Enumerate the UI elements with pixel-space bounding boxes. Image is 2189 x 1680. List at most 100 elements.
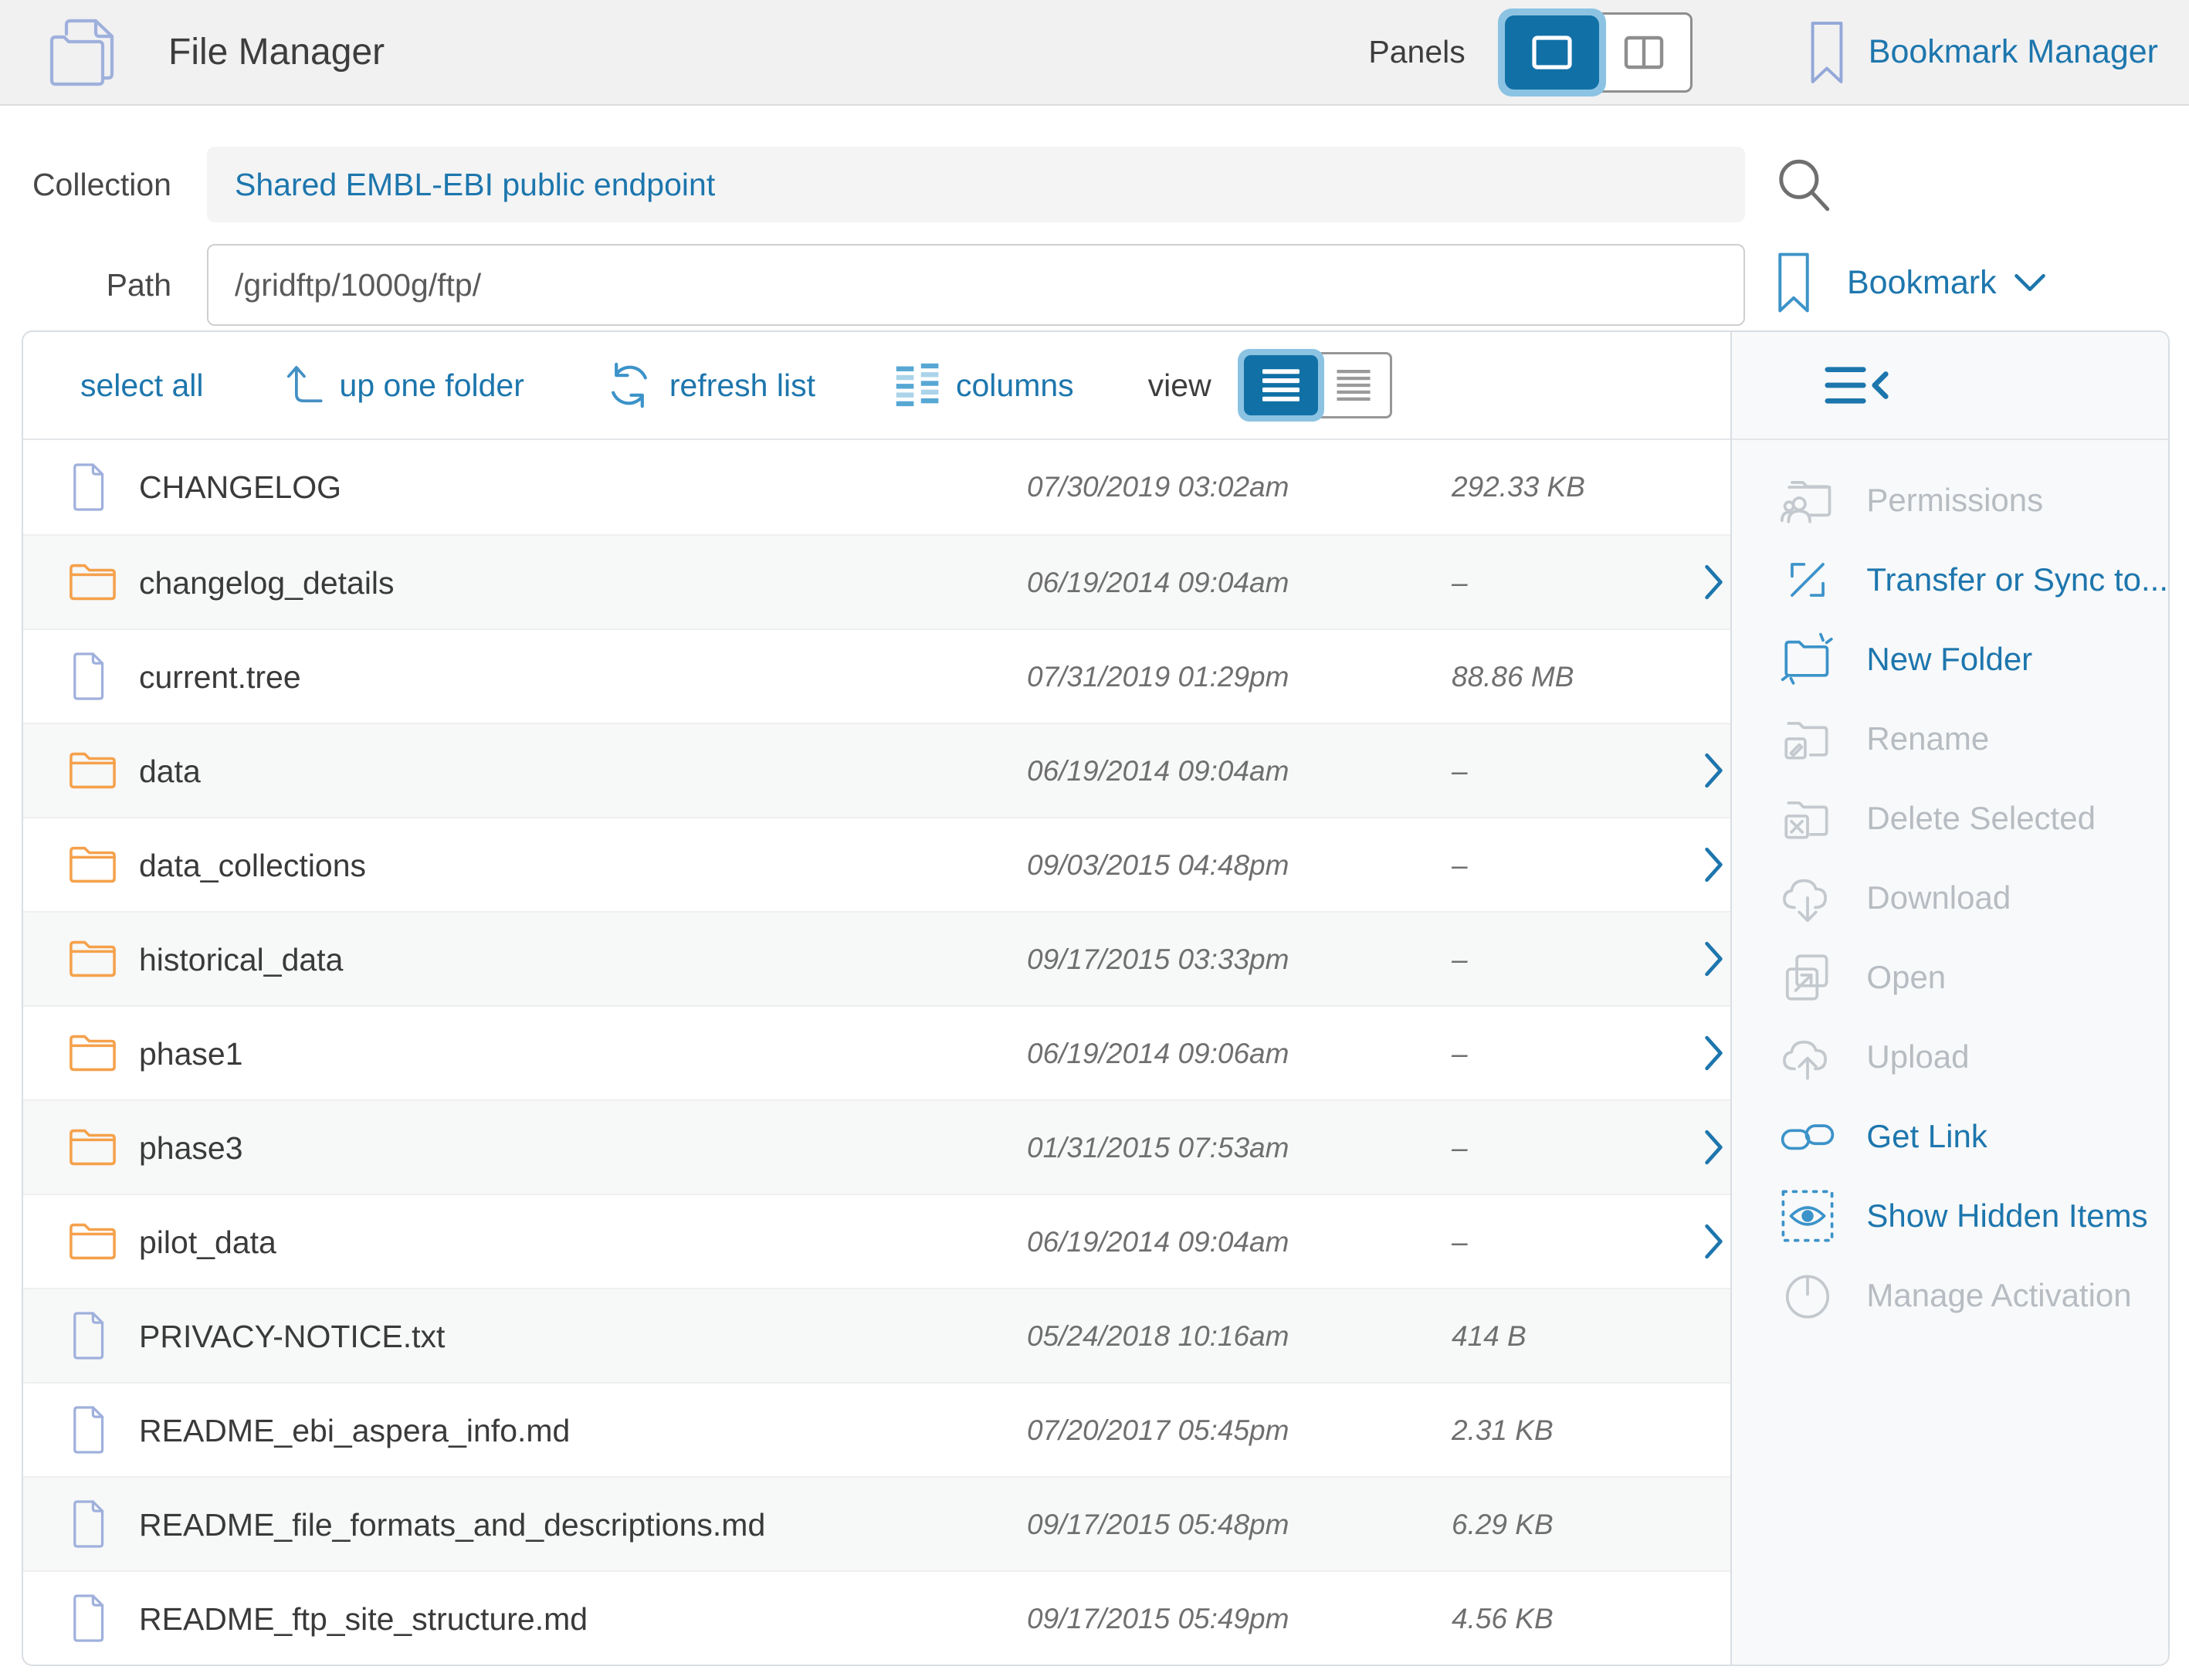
search-button[interactable] (1773, 153, 1835, 218)
file-row[interactable]: current.tree07/31/2019 01:29pm88.86 MB (23, 628, 1730, 723)
sidebar-action-label: New Folder (1866, 641, 2032, 678)
columns-label: columns (956, 368, 1074, 404)
up-arrow-icon (284, 363, 324, 408)
open-folder-chevron-icon[interactable] (1703, 752, 1725, 789)
view-list-button[interactable] (1238, 349, 1324, 422)
sidebar-action-new-folder[interactable]: New Folder (1732, 619, 2168, 699)
file-row[interactable]: phase301/31/2015 07:53am– (23, 1099, 1730, 1194)
upload-icon (1775, 1028, 1840, 1086)
open-folder-chevron-icon[interactable] (1703, 564, 1725, 601)
sidebar-action-get-link[interactable]: Get Link (1732, 1096, 2168, 1176)
sidebar-action-show-hidden-items[interactable]: Show Hidden Items (1732, 1176, 2168, 1255)
file-row[interactable]: data06/19/2014 09:04am– (23, 723, 1730, 817)
sidebar-action-label: Get Link (1866, 1118, 1987, 1155)
file-name: README_file_formats_and_descriptions.md (139, 1478, 765, 1572)
up-one-folder-label: up one folder (340, 368, 524, 404)
select-all-label: select all (80, 368, 204, 404)
collapse-sidebar-button[interactable] (1823, 364, 1893, 407)
file-row[interactable]: README_ftp_site_structure.md09/17/2015 0… (23, 1570, 1730, 1665)
bookmark-label: Bookmark (1847, 264, 1997, 302)
file-size: 4.56 KB (1452, 1572, 1554, 1666)
folder-icon (66, 936, 119, 982)
open-folder-chevron-icon[interactable] (1703, 846, 1725, 883)
folder-icon (66, 559, 119, 605)
file-manager-app: File Manager Panels Bookmark Manager Col… (0, 0, 2189, 1680)
folder-icon (66, 747, 119, 794)
file-date: 09/17/2015 05:49pm (1027, 1572, 1289, 1666)
panels-dual-button[interactable] (1595, 12, 1693, 93)
open-folder-chevron-icon[interactable] (1703, 1129, 1725, 1166)
file-row[interactable]: changelog_details06/19/2014 09:04am– (23, 534, 1730, 628)
columns-button[interactable]: columns (896, 361, 1074, 410)
panels-toggle (1498, 8, 1693, 97)
file-row[interactable]: PRIVACY-NOTICE.txt05/24/2018 10:16am414 … (23, 1288, 1730, 1382)
file-date: 05/24/2018 10:16am (1027, 1289, 1289, 1384)
file-date: 06/19/2014 09:04am (1027, 724, 1289, 818)
sidebar-actions-list: PermissionsTransfer or Sync to...New Fol… (1732, 460, 2168, 1335)
panels-label: Panels (1368, 34, 1465, 70)
file-row[interactable]: pilot_data06/19/2014 09:04am– (23, 1194, 1730, 1288)
file-name: data (139, 724, 201, 818)
file-row[interactable]: data_collections09/03/2015 04:48pm– (23, 817, 1730, 911)
list-toolbar: select all up one folder refresh list (23, 332, 1730, 440)
file-date: 09/17/2015 05:48pm (1027, 1478, 1289, 1572)
collection-field[interactable]: Shared EMBL-EBI public endpoint (207, 147, 1745, 222)
open-folder-chevron-icon[interactable] (1703, 1223, 1725, 1260)
file-icon (66, 461, 108, 513)
file-row[interactable]: historical_data09/17/2015 03:33pm– (23, 911, 1730, 1005)
bookmark-dropdown[interactable]: Bookmark (1774, 249, 2046, 317)
file-icon (66, 1498, 108, 1550)
folder-icon (66, 1030, 119, 1076)
bookmark-manager-button[interactable]: Bookmark Manager (1807, 18, 2158, 87)
file-size: – (1452, 1195, 1468, 1289)
file-size: 414 B (1452, 1289, 1527, 1384)
power-icon (1775, 1267, 1840, 1324)
file-icon (66, 1592, 108, 1644)
file-name: phase3 (139, 1101, 243, 1195)
file-row[interactable]: README_ebi_aspera_info.md07/20/2017 05:4… (23, 1382, 1730, 1476)
page-title: File Manager (168, 31, 385, 73)
sidebar-action-label: Rename (1866, 720, 1989, 757)
chevron-down-icon (2014, 272, 2046, 293)
compact-view-icon (1337, 370, 1371, 401)
select-all-button[interactable]: select all (80, 368, 204, 404)
file-row[interactable]: README_file_formats_and_descriptions.md 0… (23, 1476, 1730, 1570)
download-icon (1775, 869, 1840, 926)
sidebar-action-transfer-or-sync-to[interactable]: Transfer or Sync to... (1732, 540, 2168, 619)
file-date: 07/30/2019 03:02am (1027, 440, 1289, 534)
open-icon (1775, 949, 1840, 1006)
file-name: phase1 (139, 1007, 243, 1101)
file-size: – (1452, 536, 1468, 630)
file-date: 06/19/2014 09:04am (1027, 1195, 1289, 1289)
app-header: File Manager Panels Bookmark Manager (0, 0, 2189, 106)
file-date: 01/31/2015 07:53am (1027, 1101, 1289, 1195)
file-name: data_collections (139, 818, 366, 913)
refresh-icon (605, 361, 654, 410)
bookmark-icon (1774, 249, 1813, 317)
path-input[interactable] (207, 244, 1745, 326)
transfer-icon (1775, 551, 1840, 608)
sidebar-action-label: Manage Activation (1866, 1277, 2131, 1314)
collection-row: Collection Shared EMBL-EBI public endpoi… (0, 147, 2189, 222)
file-date: 06/19/2014 09:06am (1027, 1007, 1289, 1101)
delete-icon (1775, 790, 1840, 847)
view-compact-button[interactable] (1315, 352, 1392, 418)
sidebar-action-label: Open (1866, 959, 1946, 996)
file-size: – (1452, 1007, 1468, 1101)
open-folder-chevron-icon[interactable] (1703, 940, 1725, 977)
file-row[interactable]: phase1 06/19/2014 09:06am – (23, 1005, 1730, 1099)
up-one-folder-button[interactable]: up one folder (284, 363, 524, 408)
sidebar-action-label: Delete Selected (1866, 800, 2096, 837)
file-row[interactable]: CHANGELOG07/30/2019 03:02am292.33 KB (23, 440, 1730, 534)
dual-panel-icon (1620, 33, 1668, 72)
sidebar-action-label: Show Hidden Items (1866, 1197, 2147, 1235)
file-size: – (1452, 913, 1468, 1007)
panels-single-button[interactable] (1498, 8, 1606, 97)
open-folder-chevron-icon[interactable] (1703, 1035, 1725, 1072)
list-view-icon (1262, 369, 1300, 401)
link-icon (1775, 1108, 1840, 1165)
refresh-list-button[interactable]: refresh list (605, 361, 815, 410)
sidebar-action-download: Download (1732, 858, 2168, 937)
file-name: changelog_details (139, 536, 395, 630)
sidebar-action-rename: Rename (1732, 699, 2168, 778)
